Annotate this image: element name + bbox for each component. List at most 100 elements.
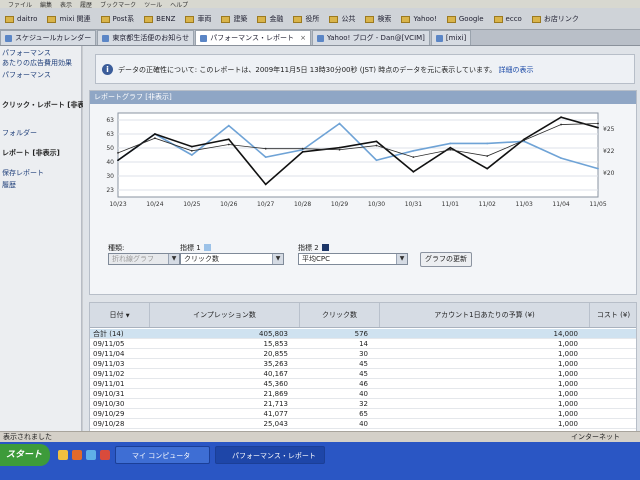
cell-impressions: 41,077 — [263, 410, 289, 418]
sidebar-item[interactable]: レポート [非表示] — [2, 148, 60, 158]
table-row: 09/11/01 45,360 46 1,000 — [90, 379, 636, 389]
x-tick-label: 10/30 — [368, 201, 385, 208]
bookmark-folder[interactable]: BENZ — [141, 9, 178, 29]
quick-launch-icon[interactable] — [58, 450, 68, 460]
bookmark-folder[interactable]: 建築 — [218, 9, 250, 29]
cell-budget: 1,000 — [557, 390, 578, 398]
browser-tab[interactable]: スケジュールカレンダー — [0, 30, 97, 45]
cell-budget: 1,000 — [557, 370, 578, 378]
bookmarks-toolbar: daitro mixi 関連 Post系 BENZ 車両 建築 金融 役所 公共 検索 Yahoo!… — [0, 8, 640, 30]
cell-clicks: 65 — [359, 410, 368, 418]
series-point — [154, 137, 156, 140]
x-tick-label: 11/02 — [479, 201, 496, 208]
taskbar: スタート マイ コンピュータ パフォーマンス・レポート — [0, 442, 640, 480]
y-left-tick-label: 63 — [106, 117, 114, 124]
bookmark-label: 金融 — [269, 15, 284, 23]
x-tick-label: 11/01 — [442, 201, 459, 208]
details-link[interactable]: 詳細の表示 — [499, 66, 534, 74]
sidebar-item[interactable]: 保存レポート — [2, 168, 44, 178]
metric2-value: 平均CPC — [302, 255, 330, 263]
bookmark-folder[interactable]: 金融 — [254, 9, 286, 29]
bookmark-folder[interactable]: daitro — [2, 9, 40, 29]
folder-icon — [47, 15, 57, 23]
column-header-budget[interactable]: アカウント1日あたりの予算 (¥) — [380, 303, 590, 327]
sidebar-item[interactable]: パフォーマンス — [2, 70, 51, 80]
metric2-color-swatch — [322, 244, 329, 251]
series-point — [375, 159, 378, 162]
quick-launch-icon[interactable] — [72, 450, 82, 460]
column-header-impressions[interactable]: インプレッション数 — [150, 303, 300, 327]
x-tick-label: 10/27 — [257, 201, 274, 208]
cell-date: 09/11/01 — [93, 380, 125, 388]
table-row: 09/10/30 21,713 32 1,000 — [90, 399, 636, 409]
table-row: 09/11/05 15,853 14 1,000 — [90, 339, 636, 349]
tab-label: 東京都生活便のお知らせ — [112, 34, 190, 42]
sidebar-item[interactable]: パフォーマンス — [2, 48, 51, 58]
bookmark-label: ecco — [505, 15, 522, 23]
bookmark-label: お店リンク — [543, 15, 579, 23]
bookmark-folder[interactable]: 役所 — [290, 9, 322, 29]
browser-tab[interactable]: パフォーマンス・レポート × — [195, 30, 311, 45]
folder-icon — [401, 15, 411, 23]
series-point — [449, 142, 452, 145]
bookmark-label: Google — [458, 15, 484, 23]
cell-date: 09/10/30 — [93, 400, 125, 408]
metric1-select[interactable]: クリック数 ▼ — [180, 253, 284, 265]
sidebar-item[interactable]: 履歴 — [2, 180, 16, 190]
browser-tab[interactable]: Yahoo! ブログ - Dan@[VCIM] — [311, 30, 430, 45]
bookmark-label: daitro — [17, 15, 38, 23]
cell-budget: 1,000 — [557, 350, 578, 358]
series-point — [560, 123, 562, 126]
bookmark-folder[interactable]: Yahoo! — [398, 9, 439, 29]
bookmark-label: 建築 — [233, 15, 248, 23]
report-graph-header[interactable]: レポートグラフ [非表示] — [90, 91, 636, 104]
sidebar-item[interactable]: あたりの広告費用効果 — [2, 58, 72, 68]
series-point — [227, 143, 230, 146]
update-graph-button[interactable]: グラフの更新 — [420, 252, 472, 267]
series-point — [412, 149, 415, 152]
browser-tab[interactable]: [mixi] — [430, 30, 472, 45]
metric2-select[interactable]: 平均CPC ▼ — [298, 253, 408, 265]
bookmark-folder[interactable]: お店リンク — [529, 9, 582, 29]
report-graph-panel: レポートグラフ [非表示] 63 63 50 40 30 23 ¥25 ¥22 ¥20 10/23… — [89, 90, 637, 295]
folder-icon — [221, 15, 231, 23]
series-point — [264, 156, 267, 158]
bookmark-folder[interactable]: Google — [444, 9, 487, 29]
x-tick-label: 11/03 — [516, 201, 533, 208]
cell-clicks: 30 — [359, 350, 368, 358]
bookmark-folder[interactable]: mixi 関連 — [44, 9, 93, 29]
series-point — [449, 146, 452, 149]
x-tick-label: 10/23 — [109, 201, 126, 208]
series-point — [338, 146, 341, 149]
sidebar-item[interactable]: フォルダー — [2, 128, 37, 138]
bookmark-folder[interactable]: 検索 — [362, 9, 394, 29]
y-right-tick-label: ¥25 — [603, 126, 615, 133]
folder-icon — [100, 15, 110, 23]
bookmark-folder[interactable]: Post系 — [98, 9, 138, 29]
bookmark-folder[interactable]: 公共 — [326, 9, 358, 29]
status-bar: 表示されました インターネット — [0, 431, 640, 442]
chart-type-select[interactable]: 折れ線グラフ ▼ — [108, 253, 180, 265]
taskbar-item-my-computer[interactable]: マイ コンピュータ — [115, 446, 210, 464]
series-point — [412, 156, 415, 158]
close-icon[interactable]: × — [300, 34, 306, 42]
column-header-clicks[interactable]: クリック数 — [300, 303, 380, 327]
column-header-date[interactable]: 日付 ▼ — [90, 303, 150, 327]
quick-launch-icon[interactable] — [100, 450, 110, 460]
column-header-cost[interactable]: コスト (¥) — [590, 303, 636, 327]
table-header-row: 日付 ▼ インプレッション数 クリック数 アカウント1日あたりの予算 (¥) コ… — [90, 303, 636, 328]
start-button[interactable]: スタート — [0, 444, 50, 466]
menu-bar: ファイル 編集 表示 履歴 ブックマーク ツール ヘルプ — [0, 0, 640, 8]
sidebar-item[interactable]: クリック・レポート [非表示] — [2, 100, 95, 110]
main-content: i データの正確性について: このレポートは、2009年11月5日 13時30分… — [83, 46, 640, 432]
browser-tab[interactable]: 東京都生活便のお知らせ — [97, 30, 195, 45]
series-point — [117, 159, 119, 162]
taskbar-item-performance-report[interactable]: パフォーマンス・レポート — [215, 446, 325, 464]
quick-launch-icon[interactable] — [86, 450, 96, 460]
chevron-down-icon: ▼ — [168, 254, 179, 264]
bookmark-folder[interactable]: 車両 — [182, 9, 214, 29]
series-point — [227, 124, 230, 127]
bookmark-folder[interactable]: ecco — [491, 9, 525, 29]
cell-impressions: 20,855 — [263, 350, 289, 358]
report-table: 日付 ▼ インプレッション数 クリック数 アカウント1日あたりの予算 (¥) コ… — [89, 302, 637, 432]
